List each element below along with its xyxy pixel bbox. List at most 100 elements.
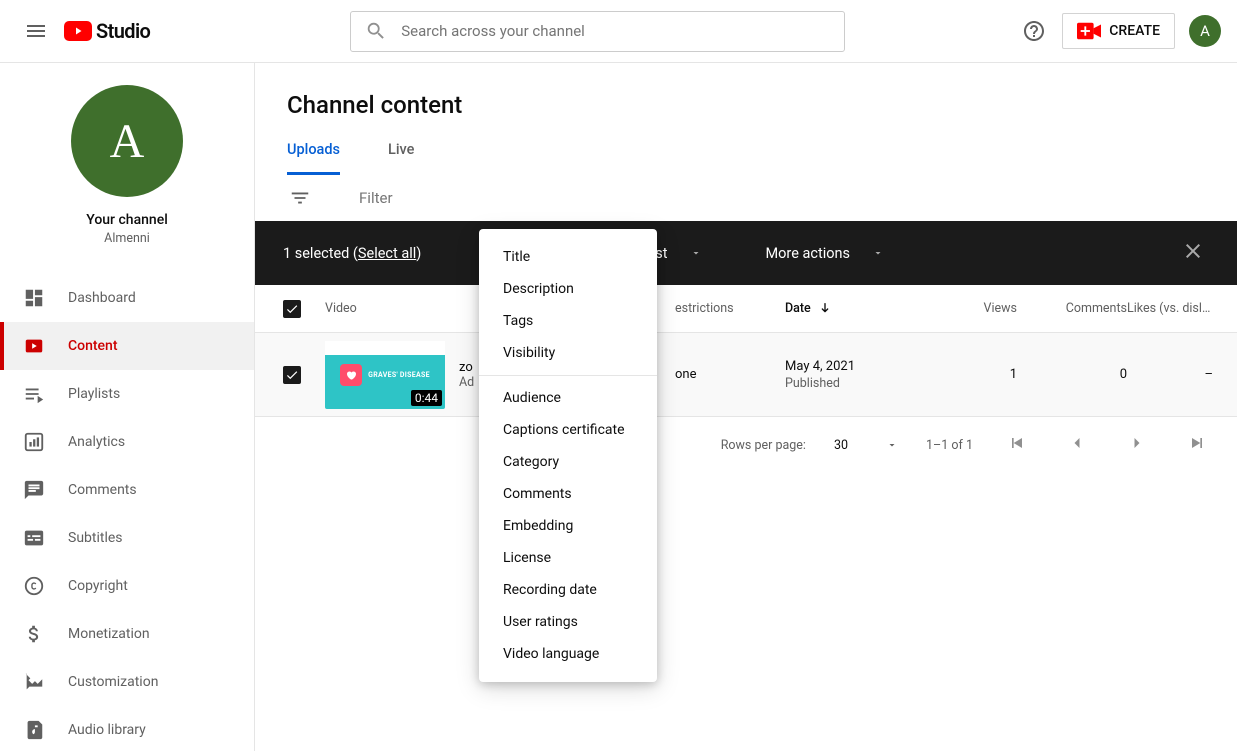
sidebar-item-analytics[interactable]: Analytics <box>0 418 254 466</box>
row-checkbox[interactable] <box>283 366 301 384</box>
td-comments: 0 <box>1017 367 1127 382</box>
menu-item-user-ratings[interactable]: User ratings <box>479 606 657 638</box>
next-page-button[interactable] <box>1121 427 1153 463</box>
menu-item-video-language[interactable]: Video language <box>479 638 657 670</box>
youtube-play-icon <box>64 21 92 41</box>
last-page-button[interactable] <box>1181 427 1213 463</box>
sidebar-item-label: Audio library <box>68 722 146 738</box>
sidebar: A Your channel Almenni Dashboard Content… <box>0 63 255 751</box>
studio-logo[interactable]: Studio <box>64 19 150 43</box>
th-comments: Comments <box>1017 301 1127 316</box>
selection-bar: 1 selected (Select all) ylist More actio… <box>255 221 1237 285</box>
sidebar-item-label: Monetization <box>68 626 150 642</box>
td-restrictions: one <box>675 367 785 382</box>
menu-item-license[interactable]: License <box>479 542 657 574</box>
filter-row <box>287 175 1237 221</box>
close-icon <box>1181 239 1205 263</box>
pagination: Rows per page: 30 1–1 of 1 <box>255 417 1237 473</box>
page-range: 1–1 of 1 <box>926 438 973 453</box>
create-video-icon <box>1077 22 1101 40</box>
th-views: Views <box>925 301 1017 316</box>
playlists-icon <box>22 383 46 405</box>
sidebar-item-label: Copyright <box>68 578 128 594</box>
logo-text: Studio <box>96 19 150 43</box>
create-button-label: CREATE <box>1109 23 1160 39</box>
th-likes: Likes (vs. dislike… <box>1127 301 1237 316</box>
select-all-checkbox[interactable] <box>283 300 301 318</box>
sidebar-item-comments[interactable]: Comments <box>0 466 254 514</box>
chevron-down-icon <box>690 247 702 259</box>
sidebar-item-label: Comments <box>68 482 137 498</box>
sidebar-nav: Dashboard Content Playlists Analytics Co… <box>0 274 254 754</box>
menu-item-tags[interactable]: Tags <box>479 305 657 337</box>
td-date: May 4, 2021 Published <box>785 359 925 391</box>
sidebar-item-label: Subtitles <box>68 530 123 546</box>
filter-input[interactable] <box>359 189 558 207</box>
sidebar-item-dashboard[interactable]: Dashboard <box>0 274 254 322</box>
chevron-down-icon <box>872 247 884 259</box>
content-area: Channel content Uploads Live 1 selected … <box>255 63 1237 751</box>
sidebar-item-label: Playlists <box>68 386 120 402</box>
sidebar-item-customization[interactable]: Customization <box>0 658 254 706</box>
menu-item-description[interactable]: Description <box>479 273 657 305</box>
customization-icon <box>22 671 46 693</box>
sidebar-item-content[interactable]: Content <box>0 322 254 370</box>
channel-block: A Your channel Almenni <box>0 85 254 264</box>
first-page-button[interactable] <box>1001 427 1033 463</box>
sidebar-item-label: Customization <box>68 674 158 690</box>
hamburger-menu-button[interactable] <box>16 11 56 51</box>
menu-icon <box>24 19 48 43</box>
menu-item-category[interactable]: Category <box>479 446 657 478</box>
sidebar-item-subtitles[interactable]: Subtitles <box>0 514 254 562</box>
account-avatar[interactable]: A <box>1189 15 1221 47</box>
monetization-icon <box>22 623 46 645</box>
video-thumbnail[interactable]: GRAVES' DISEASE 0:44 <box>325 341 445 409</box>
sidebar-item-playlists[interactable]: Playlists <box>0 370 254 418</box>
rows-per-page-label: Rows per page: <box>721 438 806 453</box>
sidebar-item-label: Dashboard <box>68 290 136 306</box>
select-all-link[interactable]: Select all <box>358 245 416 262</box>
table-row[interactable]: GRAVES' DISEASE 0:44 zo Ad one May 4, 20… <box>255 333 1237 417</box>
menu-item-embedding[interactable]: Embedding <box>479 510 657 542</box>
menu-item-title[interactable]: Title <box>479 241 657 273</box>
search-box[interactable] <box>350 11 845 52</box>
menu-item-visibility[interactable]: Visibility <box>479 337 657 369</box>
content-icon <box>22 335 46 357</box>
thumb-text: GRAVES' DISEASE <box>368 371 430 379</box>
prev-page-button[interactable] <box>1061 427 1093 463</box>
close-selection-button[interactable] <box>1181 239 1209 267</box>
table-header: Video estrictions Date Views Comments Li… <box>255 285 1237 333</box>
top-bar: Studio CREATE A <box>0 0 1237 63</box>
th-date[interactable]: Date <box>785 301 925 317</box>
td-likes: – <box>1127 367 1237 382</box>
video-duration: 0:44 <box>411 390 442 406</box>
filter-icon[interactable] <box>289 187 311 209</box>
menu-item-audience[interactable]: Audience <box>479 382 657 414</box>
help-icon <box>1022 19 1046 43</box>
analytics-icon <box>22 431 46 453</box>
channel-name: Almenni <box>104 231 150 246</box>
search-input[interactable] <box>401 22 830 40</box>
channel-avatar[interactable]: A <box>71 85 183 197</box>
sidebar-item-audio-library[interactable]: Audio library <box>0 706 254 754</box>
menu-item-captions-certificate[interactable]: Captions certificate <box>479 414 657 446</box>
sidebar-item-monetization[interactable]: Monetization <box>0 610 254 658</box>
tab-uploads[interactable]: Uploads <box>287 141 340 175</box>
chevron-down-icon <box>886 439 898 451</box>
arrow-down-icon <box>817 301 833 317</box>
your-channel-label: Your channel <box>86 212 168 228</box>
sidebar-item-copyright[interactable]: Copyright <box>0 562 254 610</box>
audio-library-icon <box>22 719 46 741</box>
sidebar-item-label: Content <box>68 338 118 354</box>
th-restrictions: estrictions <box>675 301 785 316</box>
tab-live[interactable]: Live <box>388 141 414 175</box>
more-actions-dropdown[interactable]: More actions <box>766 245 885 262</box>
menu-item-recording-date[interactable]: Recording date <box>479 574 657 606</box>
rows-per-page-select[interactable]: 30 <box>834 438 898 453</box>
create-button[interactable]: CREATE <box>1062 13 1175 49</box>
selection-count: 1 selected (Select all) <box>283 245 421 262</box>
menu-item-comments[interactable]: Comments <box>479 478 657 510</box>
tabs: Uploads Live <box>287 141 1237 175</box>
video-table: Video estrictions Date Views Comments Li… <box>255 285 1237 417</box>
help-button[interactable] <box>1014 11 1054 51</box>
